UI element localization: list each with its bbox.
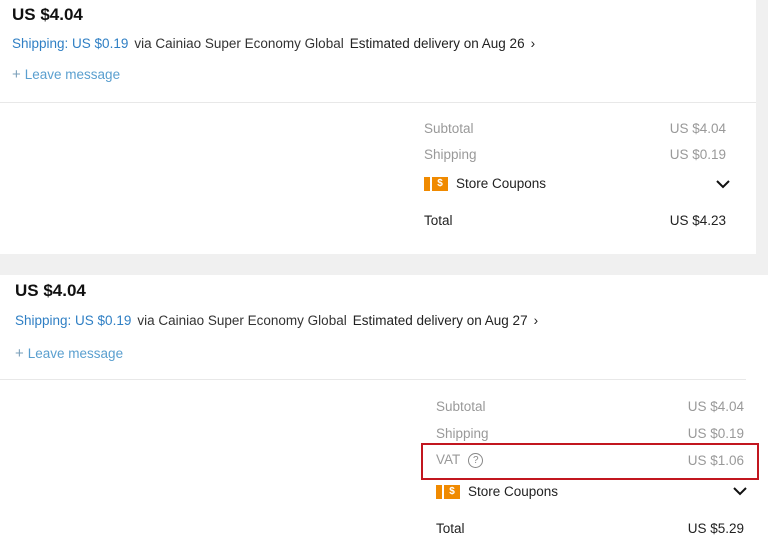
help-icon[interactable]: ? [468, 452, 484, 468]
leave-message-link[interactable]: + Leave message [12, 66, 120, 83]
subtotal-value: US $4.04 [669, 121, 726, 136]
estimated-delivery-link[interactable]: Estimated delivery on Aug 27 [353, 313, 528, 328]
store-coupons-label: Store Coupons [456, 176, 547, 191]
plus-icon: + [15, 345, 24, 362]
total-value: US $4.23 [669, 213, 726, 228]
shipping-info: Shipping: US $0.19 via Cainiao Super Econ… [12, 36, 535, 51]
item-price: US $4.04 [12, 5, 83, 24]
leave-message-link[interactable]: + Leave message [15, 345, 123, 362]
divider [0, 102, 756, 103]
chevron-right-icon[interactable]: › [531, 36, 536, 51]
order-card-1: US $4.04 Shipping: US $0.19 via Cainiao S… [0, 0, 756, 254]
total-label: Total [436, 521, 465, 536]
leave-message-label: Leave message [24, 67, 121, 82]
coupon-icon: $ [436, 484, 460, 499]
chevron-right-icon[interactable]: › [534, 313, 539, 328]
item-price: US $4.04 [15, 281, 86, 300]
store-coupons-row[interactable]: $ Store Coupons [436, 484, 558, 499]
order-card-2: US $4.04 Shipping: US $0.19 via Cainiao S… [0, 275, 768, 546]
chevron-down-icon[interactable] [733, 486, 747, 496]
shipping-value: US $0.19 [687, 426, 744, 441]
subtotal-label: Subtotal [436, 399, 486, 414]
plus-icon: + [12, 66, 21, 83]
vat-value: US $1.06 [687, 453, 744, 468]
carrier-text: via Cainiao Super Economy Global [134, 36, 344, 51]
total-label: Total [424, 213, 453, 228]
subtotal-label: Subtotal [424, 121, 474, 136]
shipping-info: Shipping: US $0.19 via Cainiao Super Econ… [15, 313, 538, 328]
shipping-cost-link[interactable]: Shipping: US $0.19 [15, 313, 131, 328]
vat-label: VAT [436, 452, 461, 467]
subtotal-value: US $4.04 [687, 399, 744, 414]
carrier-text: via Cainiao Super Economy Global [137, 313, 347, 328]
store-coupons-row[interactable]: $ Store Coupons [424, 176, 546, 191]
coupon-icon: $ [424, 176, 448, 191]
shipping-value: US $0.19 [669, 147, 726, 162]
shipping-label: Shipping [424, 147, 477, 162]
divider [0, 379, 746, 380]
shipping-cost-link[interactable]: Shipping: US $0.19 [12, 36, 128, 51]
estimated-delivery-link[interactable]: Estimated delivery on Aug 26 [350, 36, 525, 51]
total-value: US $5.29 [687, 521, 744, 536]
store-coupons-label: Store Coupons [468, 484, 559, 499]
chevron-down-icon[interactable] [716, 179, 730, 189]
leave-message-label: Leave message [27, 346, 124, 361]
vat-row: VAT? [436, 452, 484, 468]
shipping-label: Shipping [436, 426, 489, 441]
